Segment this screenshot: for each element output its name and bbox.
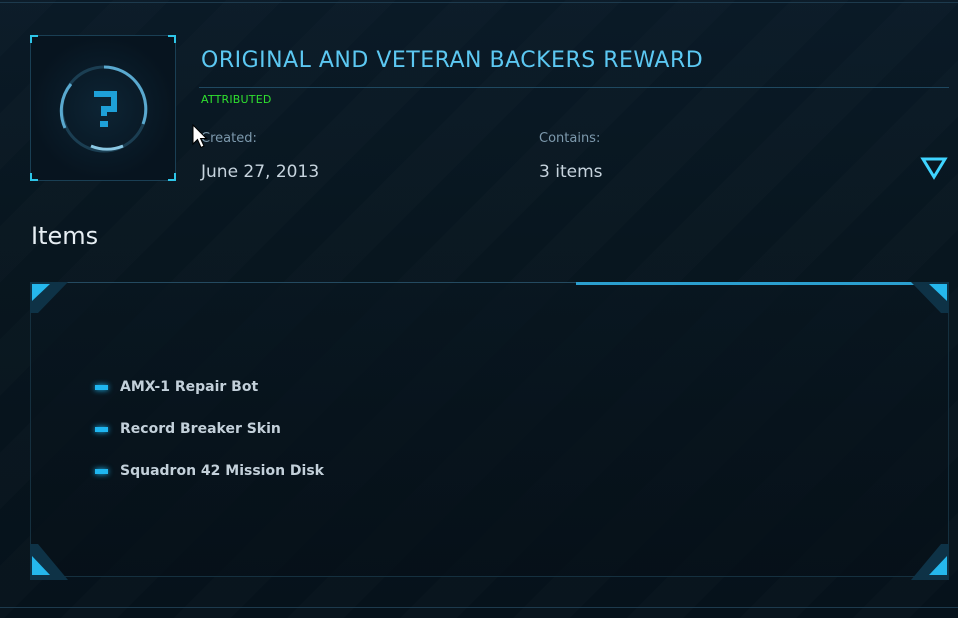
mouse-cursor-icon — [192, 123, 208, 154]
question-mark-icon — [59, 65, 148, 153]
panel-corner-bottom-right — [911, 544, 949, 580]
list-item: Record Breaker Skin — [95, 419, 281, 439]
item-label: Squadron 42 Mission Disk — [120, 463, 324, 479]
title-divider — [199, 87, 949, 88]
items-section-title: Items — [31, 222, 99, 250]
contains-value: 3 items — [539, 162, 603, 182]
list-item: AMX-1 Repair Bot — [95, 377, 258, 397]
panel-corner-top-right — [911, 282, 949, 313]
bottom-divider — [0, 607, 958, 608]
bullet-icon — [95, 426, 108, 432]
contains-label: Contains: — [539, 131, 601, 146]
pledge-page: ORIGINAL AND VETERAN BACKERS REWARD ATTR… — [0, 0, 958, 618]
panel-corner-bottom-left — [30, 544, 68, 580]
panel-top-accent — [576, 282, 922, 285]
top-divider — [0, 2, 958, 3]
item-label: Record Breaker Skin — [120, 421, 281, 437]
item-label: AMX-1 Repair Bot — [120, 379, 259, 395]
created-label: Created: — [201, 131, 257, 146]
expand-button[interactable] — [920, 155, 948, 181]
panel-corner-top-left — [30, 282, 68, 313]
created-value: June 27, 2013 — [201, 162, 320, 182]
panel-top-divider — [30, 282, 576, 283]
bullet-icon — [95, 384, 108, 390]
bullet-icon — [95, 468, 108, 474]
chevron-down-icon — [920, 157, 948, 180]
pledge-title: ORIGINAL AND VETERAN BACKERS REWARD — [201, 48, 704, 73]
pledge-thumbnail[interactable] — [30, 35, 176, 181]
list-item: Squadron 42 Mission Disk — [95, 461, 324, 481]
status-badge: ATTRIBUTED — [201, 93, 272, 106]
